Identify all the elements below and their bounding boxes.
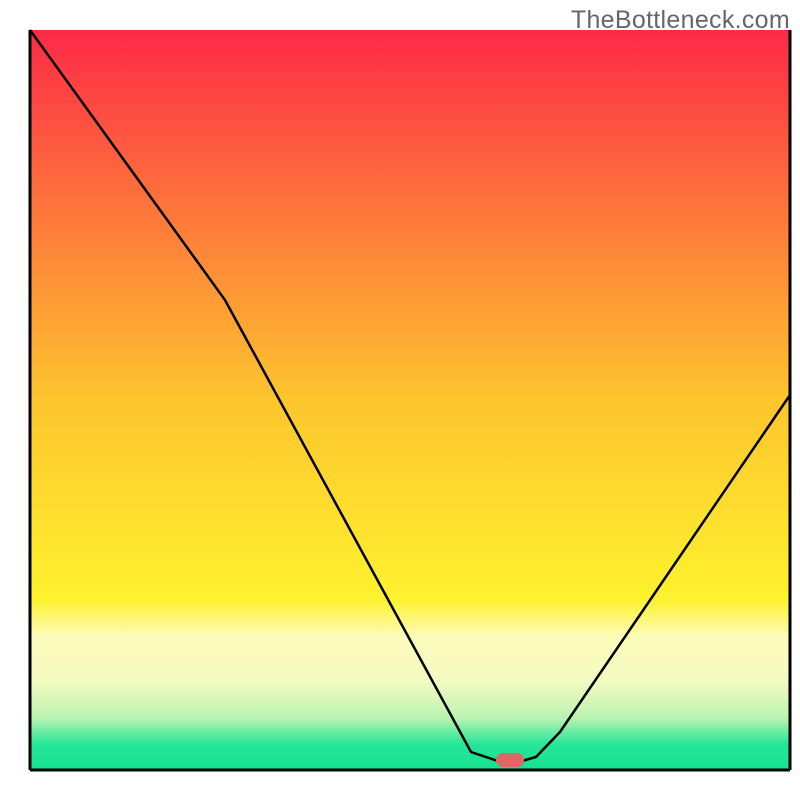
chart-container: TheBottleneck.com [0, 0, 800, 800]
bottleneck-chart [0, 0, 800, 800]
watermark-text: TheBottleneck.com [571, 6, 790, 35]
optimum-marker [496, 753, 524, 767]
plot-background [30, 30, 790, 770]
